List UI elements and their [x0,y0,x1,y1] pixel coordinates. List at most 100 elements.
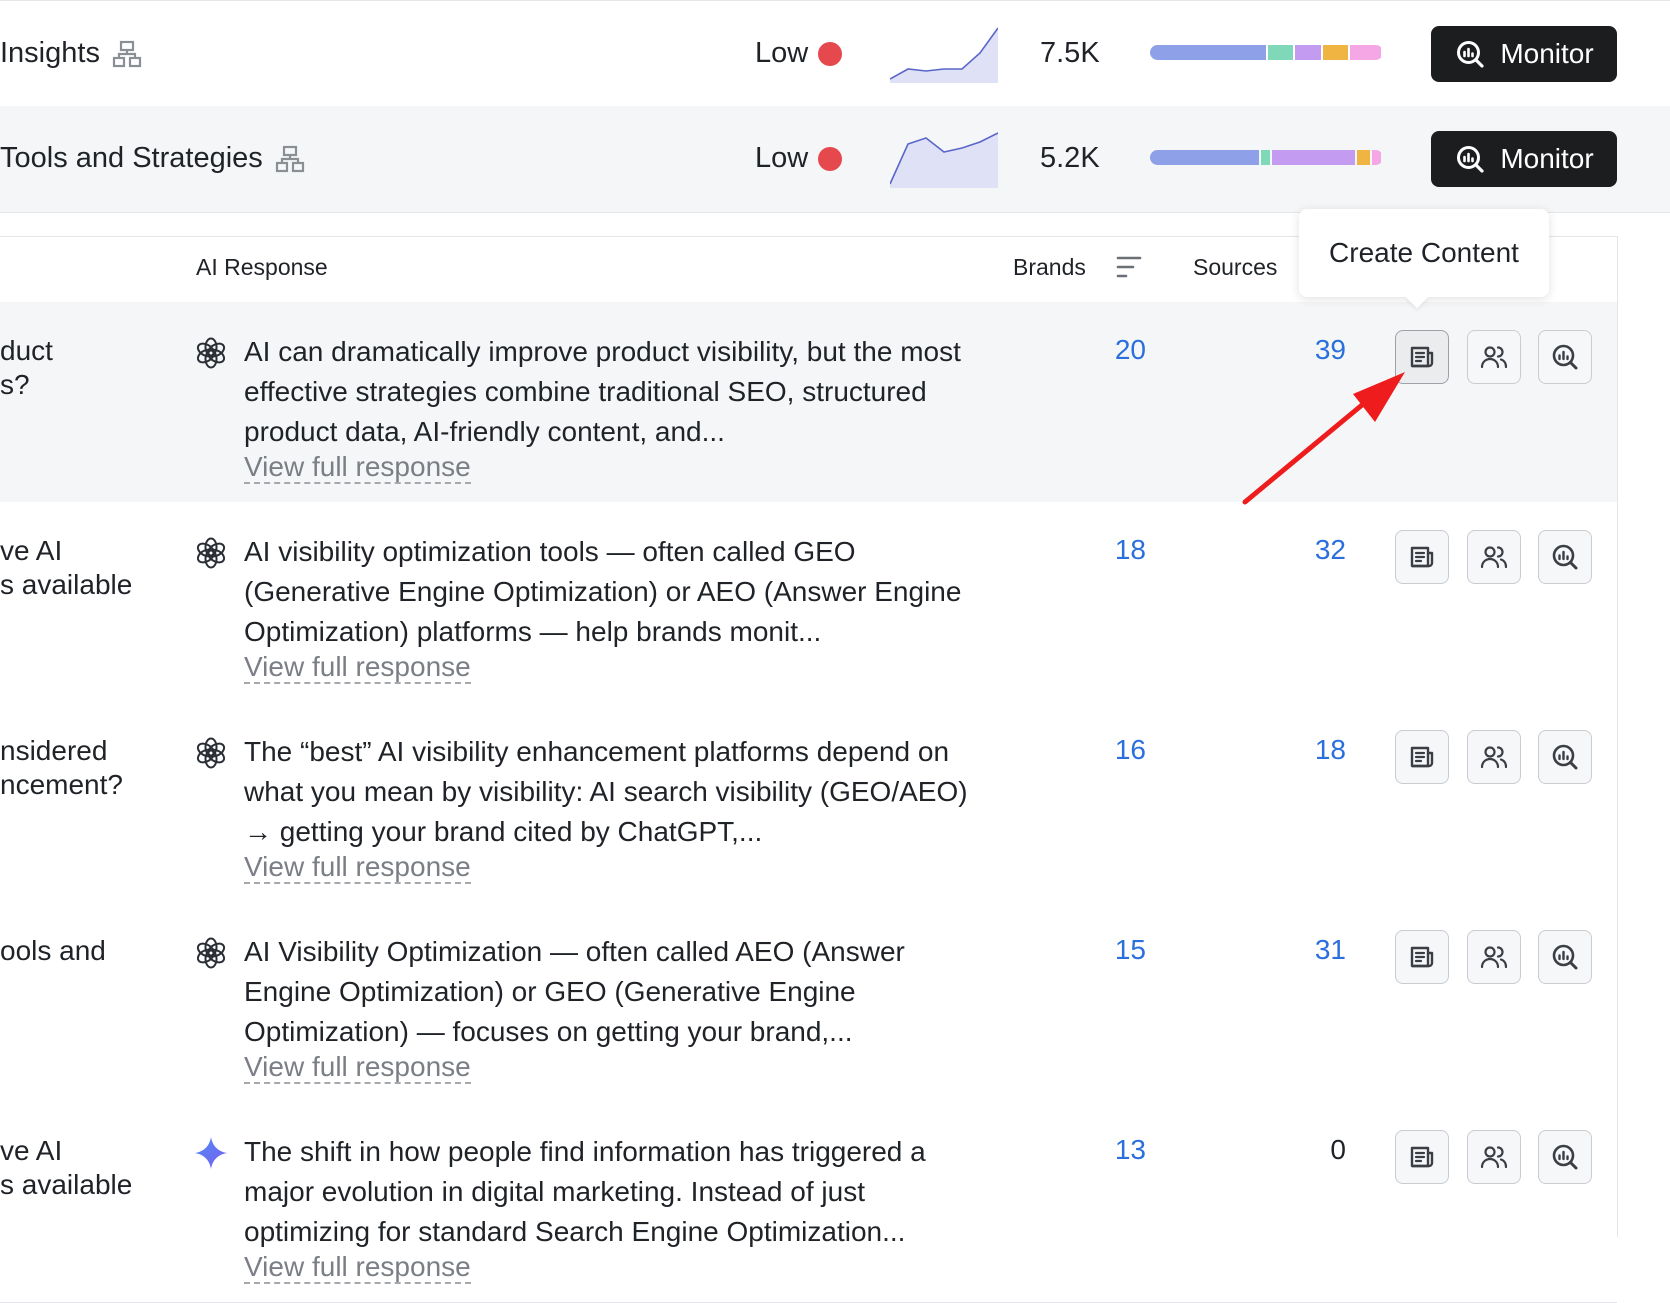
ai-response-text: AI Visibility Optimization — often calle… [244,936,905,1047]
topic-title[interactable]: Tools and Strategies [0,142,305,175]
monitor-search-icon [1552,544,1578,570]
people-icon [1480,946,1508,969]
ai-response-text: The shift in how people find information… [244,1136,926,1247]
create-content-button[interactable] [1395,1130,1449,1184]
monitor-search-icon [1552,944,1578,970]
distribution-bar [1150,150,1383,165]
prompt-text[interactable]: nsidered ncement? [0,734,123,802]
monitor-button[interactable]: Monitor [1431,26,1617,82]
monitor-search-icon [1552,1144,1578,1170]
monitor-prompt-button[interactable] [1538,1130,1592,1184]
ai-response-text: AI visibility optimization tools — often… [244,536,962,647]
bar-segment [1150,45,1266,60]
chatgpt-icon [194,736,228,770]
brands-count[interactable]: 16 [1060,734,1146,766]
metric-value: 5.2K [1040,142,1100,174]
volume-indicator: Low [755,37,843,70]
monitor-prompt-button[interactable] [1538,930,1592,984]
view-full-response-link[interactable]: View full response [244,1052,471,1084]
monitor-button-label: Monitor [1500,38,1594,69]
volume-label: Low [755,142,809,174]
header-ai-response: AI Response [196,254,328,280]
header-brands[interactable]: Brands [1013,254,1086,281]
topic-row[interactable]: Insights Low 7.5K Monitor [0,0,1670,108]
bar-segment [1356,150,1371,165]
tooltip-text: Create Content [1329,237,1519,268]
people-icon [1480,346,1508,369]
document-icon [1410,746,1434,768]
audience-button[interactable] [1467,1130,1521,1184]
brands-count[interactable]: 15 [1060,934,1146,966]
volume-indicator: Low [755,142,843,175]
topic-row[interactable]: Tools and Strategies Low 5.2K Monitor [0,106,1670,213]
table-row[interactable]: ools and AI Visibility Optimization — of… [0,902,1617,1103]
metric-value: 7.5K [1040,37,1100,69]
monitor-button[interactable]: Monitor [1431,131,1617,187]
chatgpt-icon [194,336,228,370]
sources-count[interactable]: 32 [1250,534,1346,566]
view-full-response-link[interactable]: View full response [244,1252,471,1284]
prompt-text[interactable]: ools and [0,934,106,968]
view-full-response-link[interactable]: View full response [244,852,471,884]
sort-icon[interactable] [1115,254,1143,280]
topic-title-text: Insights [0,37,100,69]
header-sources[interactable]: Sources [1193,254,1277,281]
bar-segment [1272,150,1355,165]
prompt-text[interactable]: ve AI s available [0,534,132,602]
audience-button[interactable] [1467,730,1521,784]
monitor-search-icon [1457,146,1484,173]
prompt-text[interactable]: duct s? [0,334,53,402]
audience-button[interactable] [1467,530,1521,584]
people-icon [1480,546,1508,569]
table-row[interactable]: nsidered ncement? The “best” AI visibili… [0,702,1617,903]
monitor-button-label: Monitor [1500,143,1594,174]
audience-button[interactable] [1467,930,1521,984]
bar-segment [1323,45,1348,60]
create-content-button[interactable] [1395,930,1449,984]
bar-segment [1150,150,1260,165]
audience-button[interactable] [1467,330,1521,384]
monitor-prompt-button[interactable] [1538,530,1592,584]
volume-label: Low [755,37,809,69]
bar-segment [1267,45,1293,60]
create-content-tooltip: Create Content [1299,209,1549,297]
people-icon [1480,746,1508,769]
document-icon [1410,546,1434,568]
gemini-icon [194,1136,228,1170]
brands-count[interactable]: 13 [1060,1134,1146,1166]
people-icon [1480,1146,1508,1169]
monitor-prompt-button[interactable] [1538,730,1592,784]
document-icon [1410,946,1434,968]
sitemap-icon [112,40,142,67]
sources-count[interactable]: 31 [1250,934,1346,966]
monitor-prompt-button[interactable] [1538,330,1592,384]
bar-segment [1261,150,1271,165]
create-content-button[interactable] [1395,530,1449,584]
monitor-search-icon [1457,41,1484,68]
annotation-arrow [1242,372,1405,505]
chatgpt-icon [194,936,228,970]
chatgpt-icon [194,536,228,570]
bar-segment [1349,45,1381,60]
sitemap-icon [275,145,304,172]
document-icon [1410,1146,1434,1168]
view-full-response-link[interactable]: View full response [244,452,471,484]
status-dot [818,146,843,171]
sparkline-area [890,28,998,83]
ai-response-text: AI can dramatically improve product visi… [244,336,961,447]
topic-title[interactable]: Insights [0,37,142,70]
table-row[interactable]: ve AI s available The shift in how peopl… [0,1102,1617,1303]
create-content-button[interactable] [1395,730,1449,784]
topic-title-text: Tools and Strategies [0,142,263,174]
view-full-response-link[interactable]: View full response [244,652,471,684]
table-row[interactable]: ve AI s available AI visibility optimiza… [0,502,1617,703]
brands-count[interactable]: 20 [1060,334,1146,366]
distribution-bar [1150,45,1383,60]
trend-sparkline [890,132,998,188]
sources-count[interactable]: 18 [1250,734,1346,766]
sources-count[interactable]: 0 [1250,1134,1346,1166]
bar-segment [1294,45,1322,60]
trend-sparkline [890,27,998,83]
prompt-text[interactable]: ve AI s available [0,1134,132,1202]
brands-count[interactable]: 18 [1060,534,1146,566]
